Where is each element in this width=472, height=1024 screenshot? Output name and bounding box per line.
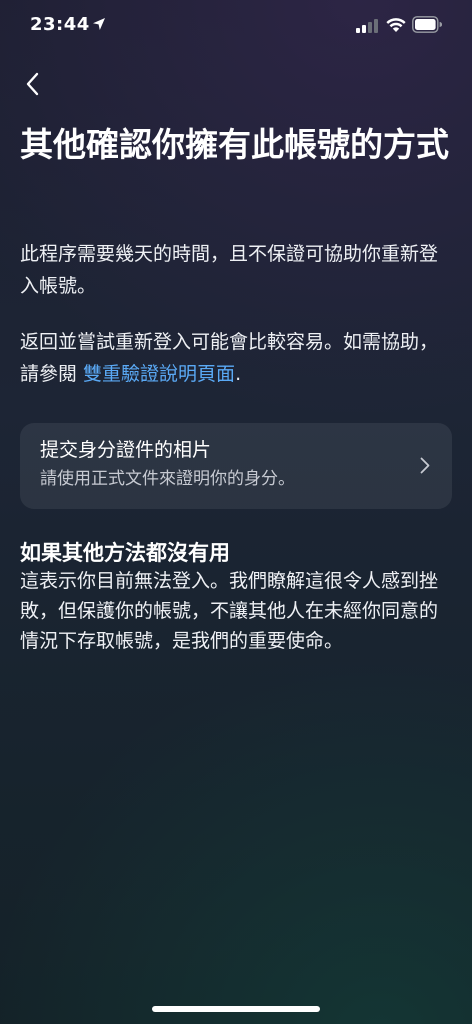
wifi-icon [386,18,406,32]
two-factor-help-link[interactable]: 雙重驗證說明頁面 [83,363,235,385]
fallback-section-heading: 如果其他方法都沒有用 [20,541,230,565]
home-indicator[interactable] [152,1006,320,1012]
submit-id-photo-option[interactable]: 提交身分證件的相片 請使用正式文件來證明你的身分。 [20,423,452,509]
page-title: 其他確認你擁有此帳號的方式 [20,125,449,164]
fallback-section-body: 這表示你目前無法登入。我們瞭解這很令人感到挫敗，但保護你的帳號，不讓其他人在未經… [20,570,439,652]
location-arrow-icon [93,18,105,30]
battery-icon [412,16,442,33]
chevron-left-icon [26,72,39,96]
cellular-signal-icon [356,19,378,33]
status-bar: 23:44 [0,0,472,54]
chevron-right-icon [420,457,430,474]
intro-paragraph: 此程序需要幾天的時間，且不保證可協助你重新登入帳號。 [20,243,439,297]
status-time: 23:44 [30,14,90,35]
option-title: 提交身分證件的相片 [40,439,212,461]
help-paragraph-suffix: . [235,363,242,385]
help-paragraph: 返回並嘗試重新登入可能會比較容易。如需協助，請參閱 雙重驗證說明頁面. [20,326,452,390]
option-subtitle: 請使用正式文件來證明你的身分。 [40,469,295,489]
back-button[interactable] [14,66,50,102]
